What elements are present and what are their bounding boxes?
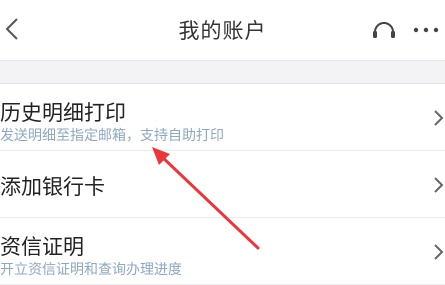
headset-icon[interactable] (370, 16, 398, 44)
chevron-right-icon (434, 110, 444, 126)
menu-item-subtitle: 开立资信证明和查询办理进度 (0, 262, 182, 278)
menu-item-credit-certificate[interactable]: 资信证明 开立资信证明和查询办理进度 (0, 218, 445, 285)
menu-item-label: 历史明细打印 (0, 101, 126, 125)
menu-list: 历史明细打印 发送明细至指定邮箱，支持自助打印 添加银行卡 资信证明 开立资信证… (0, 84, 445, 285)
menu-item-label: 添加银行卡 (0, 175, 105, 199)
nav-bar: 我的账户 (0, 0, 445, 60)
menu-item-add-bank-card[interactable]: 添加银行卡 (0, 151, 445, 218)
menu-item-history-print[interactable]: 历史明细打印 发送明细至指定邮箱，支持自助打印 (0, 84, 445, 151)
chevron-right-icon (434, 177, 444, 193)
chevron-right-icon (434, 244, 444, 260)
menu-item-subtitle: 发送明细至指定邮箱，支持自助打印 (0, 128, 224, 144)
section-divider (0, 60, 445, 84)
more-dots-icon[interactable] (410, 16, 442, 44)
menu-item-label: 资信证明 (0, 235, 84, 259)
